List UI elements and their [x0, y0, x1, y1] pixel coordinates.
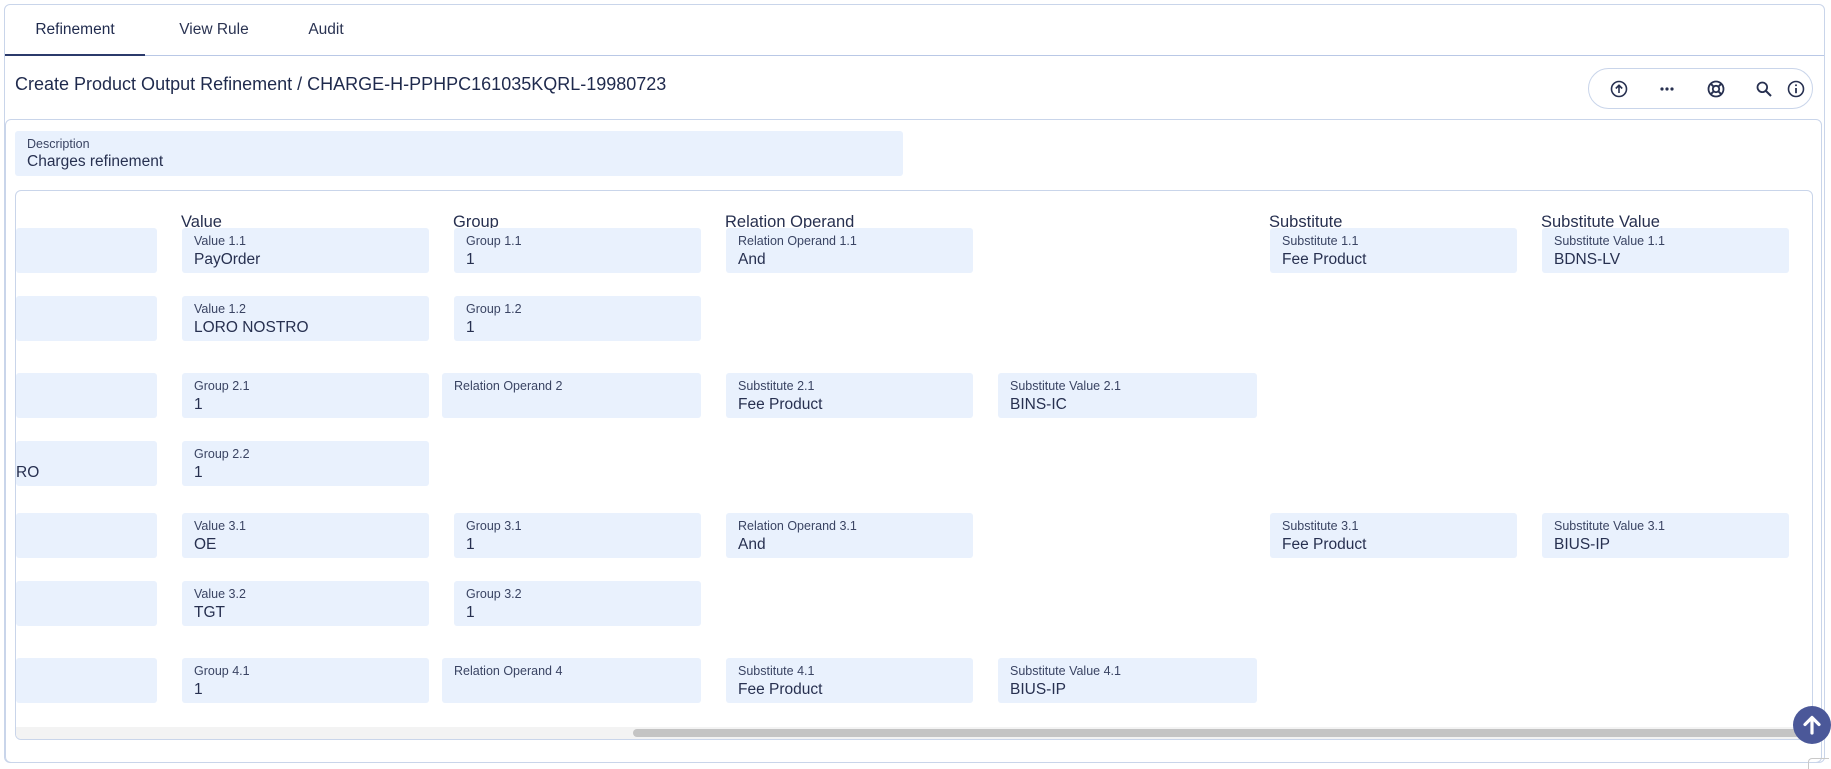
- field-value: BIUS-IP: [1554, 536, 1610, 553]
- field-label: Value 3.2: [194, 587, 246, 601]
- arrow-up-icon: [1803, 715, 1821, 735]
- field-value: 1: [194, 396, 203, 413]
- scrollbar-thumb[interactable]: [633, 729, 1808, 737]
- field-value: Fee Product: [1282, 536, 1367, 553]
- field-value: And: [738, 536, 766, 553]
- field-label: Substitute Value 4.1: [1010, 664, 1121, 678]
- relation-operand-field[interactable]: Relation Operand 2: [442, 373, 701, 418]
- field-label: Substitute 1.1: [1282, 234, 1359, 248]
- field-label: Relation Operand 4: [454, 664, 563, 678]
- group-field[interactable]: Group 4.1 1: [182, 658, 429, 703]
- field-value: Fee Product: [738, 396, 823, 413]
- partial-field[interactable]: [16, 373, 157, 418]
- field-label: Relation Operand 2: [454, 379, 563, 393]
- tab-view-rule[interactable]: View Rule: [155, 5, 273, 55]
- field-value: 1: [194, 464, 203, 481]
- substitute-field[interactable]: Substitute 4.1 Fee Product: [726, 658, 973, 703]
- field-value: 1: [194, 681, 203, 698]
- group-field[interactable]: Group 1.1 1: [454, 228, 701, 273]
- field-label: Substitute 3.1: [1282, 519, 1359, 533]
- substitute-field[interactable]: Substitute 3.1 Fee Product: [1270, 513, 1517, 558]
- description-label: Description: [27, 137, 90, 151]
- arrow-up-circle-icon[interactable]: [1607, 77, 1631, 101]
- description-field[interactable]: Description Charges refinement: [15, 131, 903, 176]
- field-label: Substitute Value 2.1: [1010, 379, 1121, 393]
- field-value: Fee Product: [1282, 251, 1367, 268]
- relation-operand-field[interactable]: Relation Operand 3.1 And: [726, 513, 973, 558]
- description-value: Charges refinement: [27, 153, 164, 170]
- field-value: OE: [194, 536, 217, 553]
- field-label: Group 1.2: [466, 302, 522, 316]
- field-label: Group 3.2: [466, 587, 522, 601]
- field-label: Value 3.1: [194, 519, 246, 533]
- value-field[interactable]: Value 3.2 TGT: [182, 581, 429, 626]
- page-title: Create Product Output Refinement / CHARG…: [15, 74, 667, 94]
- partial-field[interactable]: [16, 296, 157, 341]
- search-icon[interactable]: [1752, 77, 1776, 101]
- field-value: TGT: [194, 604, 225, 621]
- field-value: BDNS-LV: [1554, 251, 1621, 268]
- field-label: Group 3.1: [466, 519, 522, 533]
- group-field[interactable]: Group 3.1 1: [454, 513, 701, 558]
- tab-audit[interactable]: Audit: [283, 5, 369, 55]
- field-value: 1: [466, 319, 475, 336]
- field-value: Fee Product: [738, 681, 823, 698]
- field-value: BINS-IC: [1010, 396, 1067, 413]
- substitute-value-field[interactable]: Substitute Value 3.1 BIUS-IP: [1542, 513, 1789, 558]
- field-label: Group 1.1: [466, 234, 522, 248]
- field-label: Substitute Value 1.1: [1554, 234, 1665, 248]
- partial-field[interactable]: [16, 581, 157, 626]
- field-label: Group 2.1: [194, 379, 250, 393]
- relation-operand-field[interactable]: Relation Operand 1.1 And: [726, 228, 973, 273]
- field-label: Substitute 2.1: [738, 379, 815, 393]
- more-horizontal-icon[interactable]: [1655, 77, 1679, 101]
- field-value: BIUS-IP: [1010, 681, 1066, 698]
- group-field[interactable]: Group 2.2 1: [182, 441, 429, 486]
- field-value: RO: [16, 464, 40, 481]
- field-value: And: [738, 251, 766, 268]
- tab-refinement[interactable]: Refinement: [5, 5, 145, 56]
- horizontal-scrollbar[interactable]: [16, 727, 1812, 739]
- partial-field[interactable]: [16, 513, 157, 558]
- relation-operand-field[interactable]: Relation Operand 4: [442, 658, 701, 703]
- field-label: Substitute 4.1: [738, 664, 815, 678]
- partial-field[interactable]: [16, 228, 157, 273]
- substitute-value-field[interactable]: Substitute Value 1.1 BDNS-LV: [1542, 228, 1789, 273]
- tab-bar: Refinement View Rule Audit: [5, 5, 1824, 56]
- field-value: 1: [466, 536, 475, 553]
- group-field[interactable]: Group 1.2 1: [454, 296, 701, 341]
- field-value: 1: [466, 251, 475, 268]
- value-field[interactable]: Value 1.2 LORO NOSTRO: [182, 296, 429, 341]
- lifebuoy-icon[interactable]: [1704, 77, 1728, 101]
- scroll-to-top-button[interactable]: [1793, 706, 1831, 744]
- field-value: PayOrder: [194, 251, 261, 268]
- value-field[interactable]: Value 3.1 OE: [182, 513, 429, 558]
- substitute-value-field[interactable]: Substitute Value 2.1 BINS-IC: [998, 373, 1257, 418]
- substitute-field[interactable]: Substitute 2.1 Fee Product: [726, 373, 973, 418]
- field-label: Group 2.2: [194, 447, 250, 461]
- field-label: Relation Operand 1.1: [738, 234, 857, 248]
- field-label: Value 1.2: [194, 302, 246, 316]
- field-value: 1: [466, 604, 475, 621]
- field-label: Value 1.1: [194, 234, 246, 248]
- partial-field[interactable]: RO: [16, 441, 157, 486]
- partial-field[interactable]: [16, 658, 157, 703]
- group-field[interactable]: Group 2.1 1: [182, 373, 429, 418]
- resize-handle[interactable]: [1808, 758, 1829, 769]
- field-value: LORO NOSTRO: [194, 319, 309, 336]
- substitute-field[interactable]: Substitute 1.1 Fee Product: [1270, 228, 1517, 273]
- info-icon[interactable]: [1784, 77, 1808, 101]
- refinement-grid: Value Group Relation Operand Substitute …: [15, 190, 1813, 740]
- group-field[interactable]: Group 3.2 1: [454, 581, 701, 626]
- substitute-value-field[interactable]: Substitute Value 4.1 BIUS-IP: [998, 658, 1257, 703]
- field-label: Relation Operand 3.1: [738, 519, 857, 533]
- field-label: Group 4.1: [194, 664, 250, 678]
- value-field[interactable]: Value 1.1 PayOrder: [182, 228, 429, 273]
- toolbar: [1588, 68, 1813, 109]
- field-label: Substitute Value 3.1: [1554, 519, 1665, 533]
